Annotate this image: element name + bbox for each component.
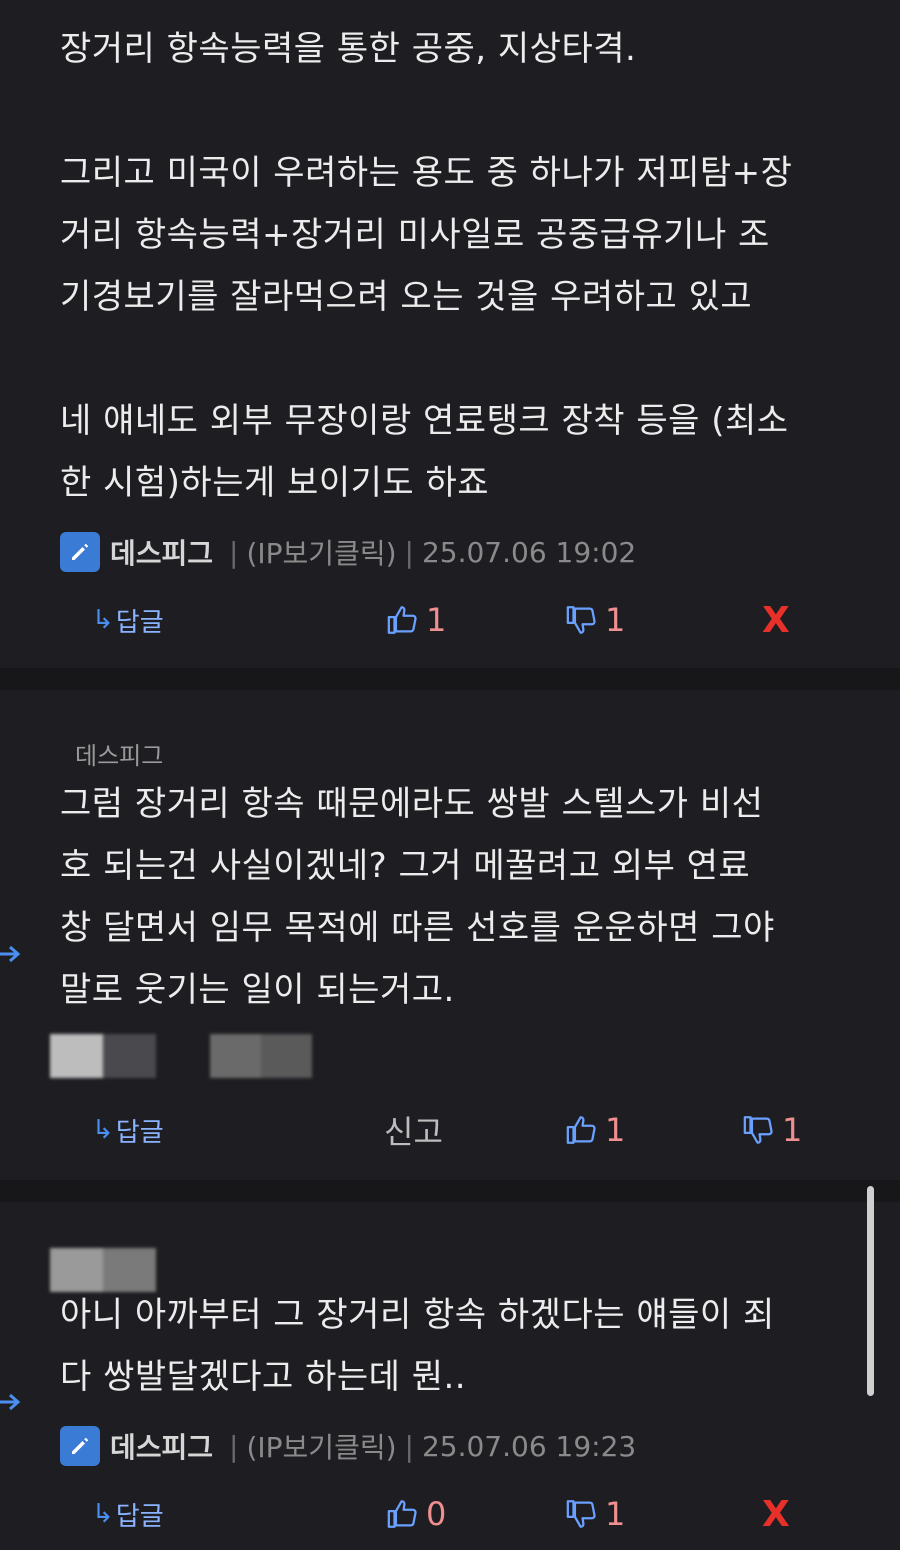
- like-button[interactable]: 0: [386, 1484, 446, 1544]
- comment-1-line: 기경보기를 잘라먹으려 오는 것을 우려하고 있고: [60, 277, 753, 317]
- reply-arrow-icon: ↳: [92, 1499, 114, 1529]
- like-count: 0: [426, 1495, 447, 1533]
- reply-label: 답글: [115, 1117, 164, 1148]
- report-button[interactable]: 신고: [384, 1100, 443, 1160]
- reply-arrow-icon: ↳: [92, 605, 114, 635]
- like-button[interactable]: 1: [386, 590, 446, 650]
- meta-separator: |: [229, 1429, 239, 1463]
- left-arrow-icon: [0, 945, 21, 963]
- dislike-count: 1: [782, 1111, 803, 1149]
- comment-2-actions: ↳ 답글 신고 1 1: [0, 1100, 900, 1160]
- comment-3-meta: 데스피그 | (IP보기클릭) | 25.07.06 19:23: [60, 1424, 636, 1468]
- blurred-author-badge: [50, 1034, 156, 1078]
- left-arrow-icon: [0, 1393, 21, 1411]
- comment-divider: [0, 668, 900, 690]
- reply-button[interactable]: ↳ 답글: [92, 1484, 164, 1544]
- dislike-count: 1: [605, 601, 626, 639]
- pencil-icon[interactable]: [60, 1426, 100, 1466]
- thumbs-up-icon: [387, 1500, 417, 1528]
- thumbs-down-icon: [566, 1500, 596, 1528]
- dislike-count: 1: [605, 1495, 626, 1533]
- comment-1-actions: ↳ 답글 1 1 X: [0, 590, 900, 650]
- comment-2-line: 그럼 장거리 항속 때문에라도 쌍발 스텔스가 비선: [60, 784, 764, 824]
- author-name[interactable]: 데스피그: [110, 532, 213, 572]
- comment-divider: [0, 1180, 900, 1202]
- author-name[interactable]: 데스피그: [110, 1426, 213, 1466]
- reply-label: 답글: [115, 607, 164, 638]
- comment-3-body: 아니 아까부터 그 장거리 항속 하겠다는 얘들이 죄 다 쌍발달겠다고 하는데…: [60, 1284, 870, 1408]
- reply-button[interactable]: ↳ 답글: [92, 590, 164, 650]
- meta-separator: |: [404, 1429, 414, 1463]
- reply-arrow-icon: ↳: [92, 1115, 114, 1145]
- like-count: 1: [605, 1111, 626, 1149]
- ip-view-link[interactable]: (IP보기클릭): [246, 532, 396, 572]
- thumbs-down-icon: [566, 606, 596, 634]
- meta-separator: |: [229, 535, 239, 569]
- delete-button[interactable]: X: [762, 1484, 790, 1544]
- pencil-icon[interactable]: [60, 532, 100, 572]
- dislike-button[interactable]: 1: [565, 590, 625, 650]
- comment-2-line: 말로 웃기는 일이 되는거고.: [60, 970, 455, 1010]
- comment-1-line: 거리 항속능력+장거리 미사일로 공중급유기나 조: [60, 215, 770, 255]
- reply-mention: 데스피그: [75, 742, 164, 770]
- ip-view-link[interactable]: (IP보기클릭): [246, 1426, 396, 1466]
- comment-3-line: 아니 아까부터 그 장거리 항속 하겠다는 얘들이 죄: [60, 1295, 775, 1335]
- thumbs-up-icon: [566, 1116, 596, 1144]
- comment-2-line: 창 달면서 임무 목적에 따른 선호를 운운하면 그야: [60, 908, 775, 948]
- comment-1-meta: 데스피그 | (IP보기클릭) | 25.07.06 19:02: [60, 530, 636, 574]
- dislike-button[interactable]: 1: [565, 1484, 625, 1544]
- delete-button[interactable]: X: [762, 590, 790, 650]
- reply-label: 답글: [115, 1501, 164, 1532]
- thumbs-up-icon: [387, 606, 417, 634]
- like-count: 1: [426, 601, 447, 639]
- comment-3-line: 다 쌍발달겠다고 하는데 뭔..: [60, 1357, 467, 1397]
- comment-1-line: 네 얘네도 외부 무장이랑 연료탱크 장착 등을 (최소: [60, 401, 789, 441]
- comment-1-line: 한 시험)하는게 보이기도 하죠: [60, 463, 490, 503]
- scrollbar-thumb[interactable]: [867, 1186, 874, 1396]
- blurred-author-name: [210, 1034, 312, 1078]
- thumbs-down-icon: [743, 1116, 773, 1144]
- comment-2-line: 호 되는건 사실이겠네? 그거 메꿀려고 외부 연료: [60, 846, 751, 886]
- like-button[interactable]: 1: [565, 1100, 625, 1160]
- comment-1-line: 그리고 미국이 우려하는 용도 중 하나가 저피탐+장: [60, 153, 793, 193]
- comment-1-line: 장거리 항속능력을 통한 공중, 지상타격.: [60, 29, 637, 69]
- comment-date: 25.07.06 19:02: [421, 535, 637, 569]
- comment-date: 25.07.06 19:23: [421, 1429, 637, 1463]
- dislike-button[interactable]: 1: [742, 1100, 802, 1160]
- comment-2-body: 그럼 장거리 항속 때문에라도 쌍발 스텔스가 비선 호 되는건 사실이겠네? …: [60, 773, 870, 1021]
- comment-3-actions: ↳ 답글 0 1 X: [0, 1484, 900, 1544]
- meta-separator: |: [404, 535, 414, 569]
- reply-button[interactable]: ↳ 답글: [92, 1100, 164, 1160]
- comment-1-body: 장거리 항속능력을 통한 공중, 지상타격. 그리고 미국이 우려하는 용도 중…: [60, 18, 870, 514]
